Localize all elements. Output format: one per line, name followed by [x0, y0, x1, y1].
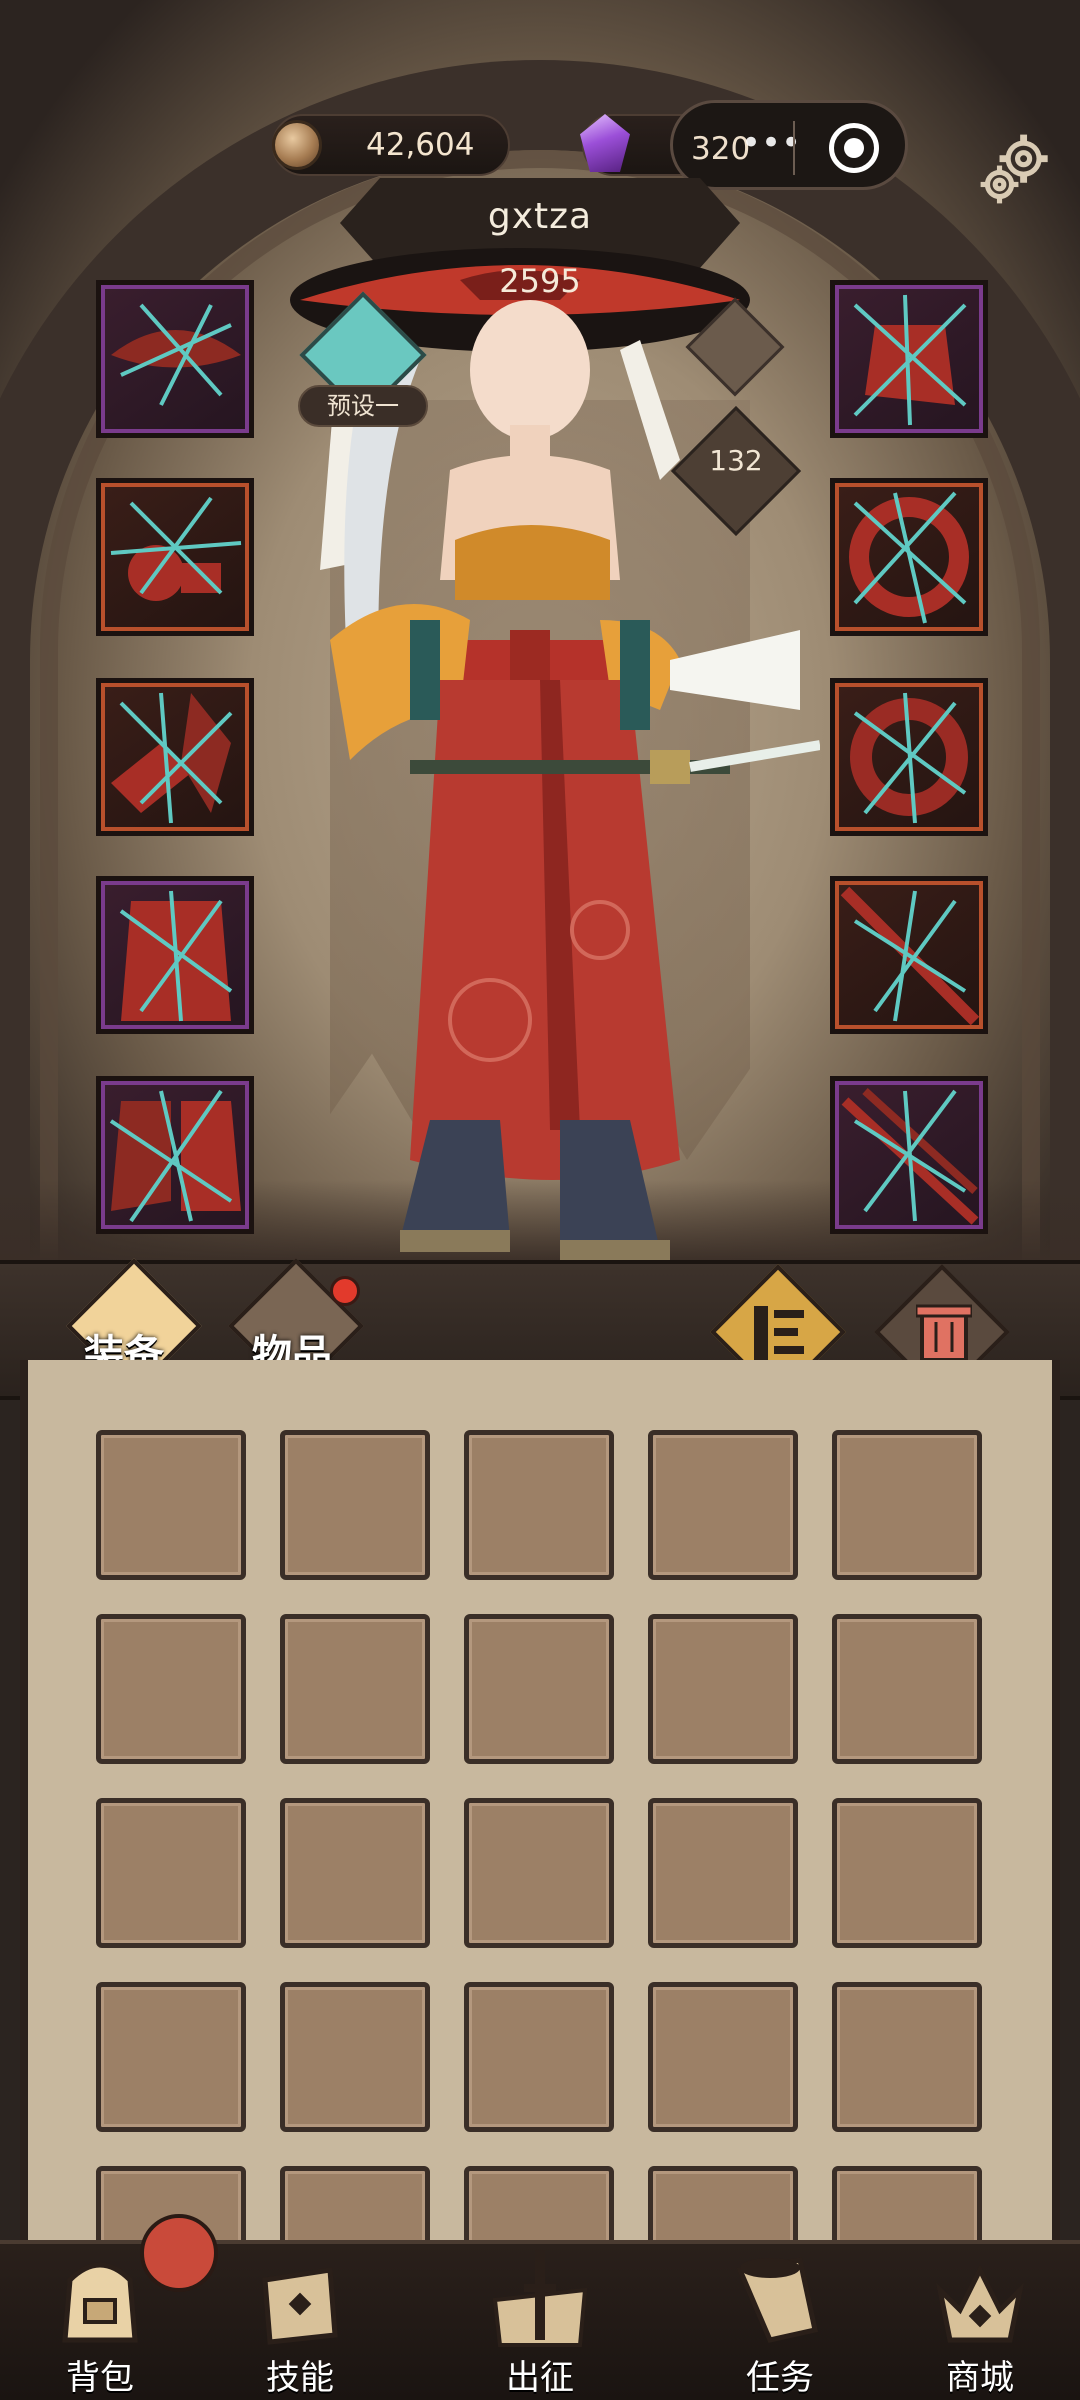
player-name[interactable]: gxtza — [340, 196, 740, 237]
quest-horn-icon — [736, 2257, 818, 2343]
armor-icon — [119, 890, 233, 1022]
inventory-slot[interactable] — [832, 2166, 982, 2250]
inventory-slot[interactable] — [464, 1798, 614, 1948]
necklace-icon — [110, 496, 242, 601]
inventory-slot[interactable] — [832, 1614, 982, 1764]
shop-crown-icon — [935, 2264, 1025, 2343]
inventory-slot[interactable] — [648, 1614, 798, 1764]
inventory-slot[interactable] — [280, 2166, 430, 2250]
nav-skills[interactable]: 技能 — [220, 2250, 380, 2400]
inventory-slot[interactable] — [832, 1430, 982, 1580]
close-miniprogram-button[interactable] — [829, 123, 879, 173]
equip-slot-weapon[interactable] — [830, 876, 988, 1034]
nav-expedition-label: 出征 — [506, 2358, 574, 2398]
equip-slot-cape[interactable] — [830, 280, 988, 438]
level-value: 132 — [709, 444, 763, 477]
inventory-slot[interactable] — [280, 1430, 430, 1580]
sword-icon — [840, 886, 980, 1026]
hat-icon — [111, 303, 241, 406]
equip-slot-necklace[interactable] — [96, 478, 254, 636]
inventory-slot[interactable] — [648, 1982, 798, 2132]
inventory-slot[interactable] — [648, 2166, 798, 2250]
backpack-notification-badge — [140, 2214, 218, 2292]
inventory-slot[interactable] — [464, 2166, 614, 2250]
inventory-slot[interactable] — [832, 1982, 982, 2132]
nav-backpack-label: 背包 — [66, 2358, 134, 2398]
equip-slot-ring-2[interactable] — [830, 678, 988, 836]
expedition-sword-icon — [492, 2250, 588, 2347]
settings-gear-icon[interactable] — [972, 126, 1058, 212]
nav-shop-label: 商城 — [946, 2358, 1014, 2398]
backpack-icon — [62, 2262, 138, 2343]
equip-slot-boots[interactable] — [96, 1076, 254, 1234]
inventory-slot[interactable] — [96, 1430, 246, 1580]
items-notification-dot — [330, 1276, 360, 1306]
nav-expedition[interactable]: 出征 — [460, 2250, 620, 2400]
equip-slot-ring[interactable] — [830, 478, 988, 636]
nav-skills-label: 技能 — [266, 2358, 334, 2398]
sort-icon — [754, 1306, 804, 1360]
inventory-slot[interactable] — [648, 1430, 798, 1580]
arrows-icon — [841, 1088, 979, 1225]
inventory-slot[interactable] — [464, 1614, 614, 1764]
inventory-slot[interactable] — [464, 1430, 614, 1580]
inventory-slot[interactable] — [96, 1614, 246, 1764]
capsule-divider — [793, 121, 795, 175]
trash-icon — [916, 1304, 972, 1362]
cape-icon — [853, 294, 967, 426]
equip-slot-bow[interactable] — [830, 1076, 988, 1234]
coin-amount: 42,604 — [366, 127, 475, 163]
skill-book-icon — [262, 2267, 338, 2345]
ring-icon — [849, 491, 969, 624]
nav-quests[interactable]: 任务 — [700, 2250, 860, 2400]
inventory-slot[interactable] — [96, 1798, 246, 1948]
gloves-icon — [111, 692, 233, 824]
inventory-slot[interactable] — [96, 1982, 246, 2132]
nav-quests-label: 任务 — [746, 2358, 814, 2398]
inventory-slot[interactable] — [832, 1798, 982, 1948]
top-resource-bar: 42,604 320 ••• — [0, 100, 1080, 190]
preset-selector[interactable]: 预设一 — [298, 385, 428, 427]
equip-slot-armor[interactable] — [96, 678, 254, 836]
inventory-slot[interactable] — [280, 1798, 430, 1948]
inventory-slot[interactable] — [648, 1798, 798, 1948]
ring-2-icon — [850, 692, 968, 824]
nav-shop[interactable]: 商城 — [900, 2250, 1060, 2400]
equip-slot-belt[interactable] — [96, 876, 254, 1034]
miniprogram-capsule: 320 ••• — [670, 100, 908, 190]
inventory-slot[interactable] — [280, 1982, 430, 2132]
boots-icon — [109, 1089, 241, 1223]
combat-power-value: 2595 — [499, 262, 581, 300]
equip-slot-hat[interactable] — [96, 280, 254, 438]
inventory-slot[interactable] — [280, 1614, 430, 1764]
coin-icon — [272, 120, 322, 170]
inventory-slot[interactable] — [464, 1982, 614, 2132]
